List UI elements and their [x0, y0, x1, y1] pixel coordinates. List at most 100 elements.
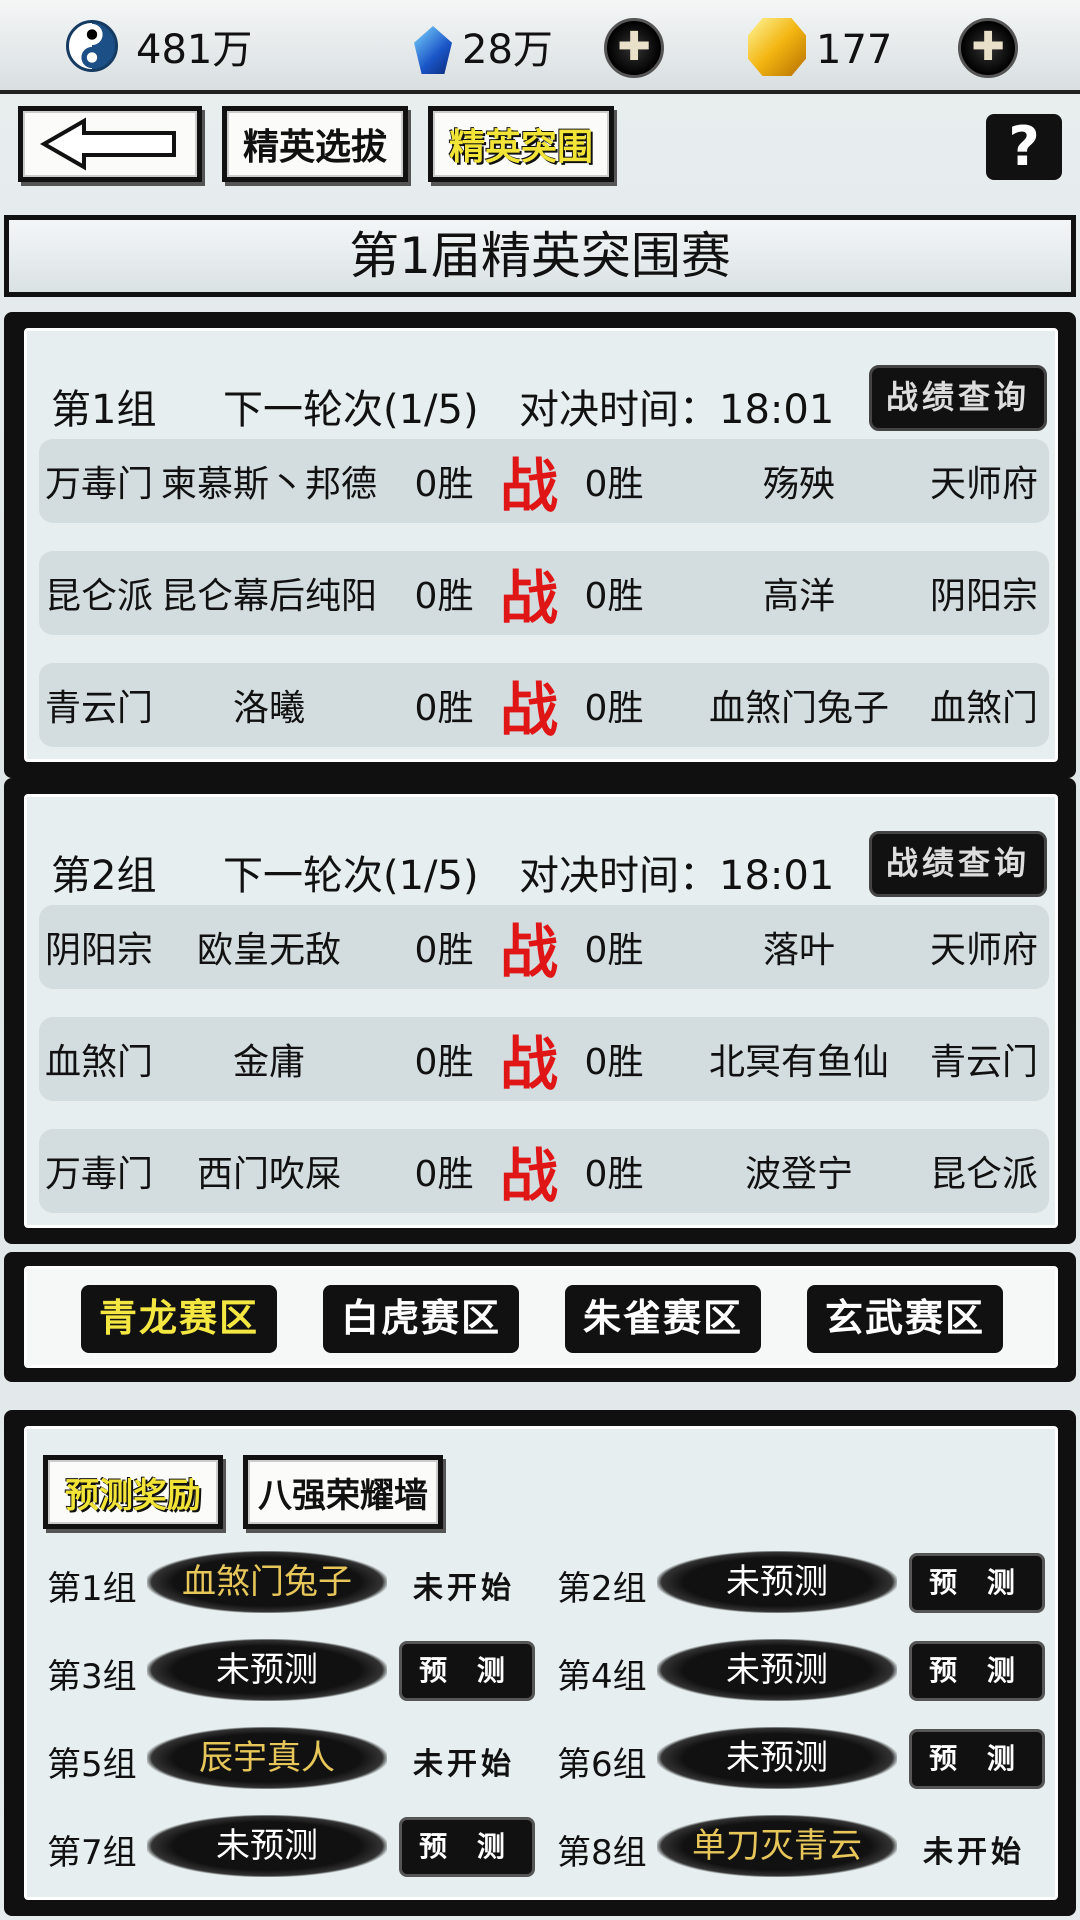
group-2-name: 第2组 — [51, 853, 157, 899]
vs-mark: 战 — [499, 918, 558, 986]
player-left: 金庸 — [232, 1042, 305, 1083]
sect-right: 天师府 — [929, 464, 1038, 505]
wins-left: 0胜 — [414, 1042, 474, 1083]
prediction-status: 未开始 — [413, 1571, 515, 1606]
match-row: 血煞门 金庸 0胜 战 0胜 北冥有鱼仙 青云门 — [39, 1017, 1049, 1101]
player-right: 波登宁 — [744, 1154, 853, 1195]
player-right: 高洋 — [762, 576, 835, 617]
sect-right: 阴阳宗 — [929, 576, 1038, 617]
tab-region-xuanwu[interactable]: 玄武赛区 — [807, 1285, 1003, 1353]
prediction-value: 未预测 — [657, 1551, 897, 1613]
vs-mark: 战 — [499, 564, 558, 632]
predict-button[interactable]: 预 测 — [909, 1553, 1045, 1613]
prediction-status: 未开始 — [923, 1835, 1025, 1870]
player-right: 北冥有鱼仙 — [708, 1042, 889, 1083]
sect-left: 万毒门 — [44, 464, 153, 505]
group-2-record-button[interactable]: 战绩查询 — [869, 831, 1047, 897]
tab-elite-selection-label: 精英选拔 — [242, 126, 387, 168]
tab-prediction-reward-label: 预测奖励 — [65, 1475, 201, 1516]
group-1-round: 下一轮次(1/5) — [223, 387, 479, 433]
tab-elite-breakout[interactable]: 精英突围 — [428, 106, 614, 182]
predict-button[interactable]: 预 测 — [909, 1729, 1045, 1789]
group-1-record-button[interactable]: 战绩查询 — [869, 365, 1047, 431]
resource-bar: 481万 28万 ✚ 177 ✚ — [0, 0, 1080, 94]
sect-left: 阴阳宗 — [44, 930, 153, 971]
prediction-status: 未开始 — [413, 1747, 515, 1782]
vs-mark: 战 — [499, 1030, 558, 1098]
match-row: 青云门 洛曦 0胜 战 0胜 血煞门兔子 血煞门 — [39, 663, 1049, 747]
prediction-value: 血煞门兔子 — [147, 1551, 387, 1613]
back-arrow-icon — [40, 117, 176, 171]
sect-left: 昆仑派 — [44, 576, 153, 617]
group-2-panel: 第2组 下一轮次(1/5) 对决时间：18:01 战绩查询 阴阳宗 欧皇无敌 0… — [4, 778, 1076, 1244]
player-right: 落叶 — [762, 930, 835, 971]
tab-elite-breakout-label: 精英突围 — [448, 126, 593, 168]
wins-right: 0胜 — [584, 1042, 644, 1083]
prediction-value: 单刀灭青云 — [657, 1815, 897, 1877]
taiji-amount: 481万 — [136, 27, 253, 73]
prediction-value: 未预测 — [147, 1815, 387, 1877]
tab-top8-wall[interactable]: 八强荣耀墙 — [243, 1455, 443, 1529]
sect-right: 血煞门 — [929, 688, 1038, 729]
gem-amount: 28万 — [462, 27, 553, 73]
taiji-currency-icon — [66, 20, 118, 72]
wins-left: 0胜 — [414, 930, 474, 971]
sect-left: 万毒门 — [44, 1154, 153, 1195]
prediction-group-label: 第7组 — [47, 1833, 137, 1873]
vs-mark: 战 — [499, 1142, 558, 1210]
player-left: 昆仑幕后纯阳 — [160, 576, 377, 617]
wins-left: 0胜 — [414, 688, 474, 729]
predict-button[interactable]: 预 测 — [399, 1641, 535, 1701]
prediction-group-label: 第5组 — [47, 1745, 137, 1785]
wins-left: 0胜 — [414, 464, 474, 505]
prediction-group-label: 第4组 — [557, 1657, 647, 1697]
sect-right: 天师府 — [929, 930, 1038, 971]
prediction-group-label: 第1组 — [47, 1569, 137, 1609]
sect-right: 青云门 — [929, 1042, 1038, 1083]
wins-right: 0胜 — [584, 688, 644, 729]
match-row: 昆仑派 昆仑幕后纯阳 0胜 战 0胜 高洋 阴阳宗 — [39, 551, 1049, 635]
player-left: 柬慕斯丶邦德 — [160, 464, 377, 505]
wins-left: 0胜 — [414, 1154, 474, 1195]
match-row: 万毒门 西门吹屎 0胜 战 0胜 波登宁 昆仑派 — [39, 1129, 1049, 1213]
group-1-panel: 第1组 下一轮次(1/5) 对决时间：18:01 战绩查询 万毒门 柬慕斯丶邦德… — [4, 312, 1076, 778]
prediction-value: 未预测 — [657, 1639, 897, 1701]
predict-button[interactable]: 预 测 — [399, 1817, 535, 1877]
wins-right: 0胜 — [584, 464, 644, 505]
tab-region-zhuque[interactable]: 朱雀赛区 — [565, 1285, 761, 1353]
player-left: 洛曦 — [232, 688, 305, 729]
group-2-round: 下一轮次(1/5) — [223, 853, 479, 899]
add-gem-button[interactable]: ✚ — [604, 18, 664, 78]
tab-region-qinglong[interactable]: 青龙赛区 — [81, 1285, 277, 1353]
group-2-time: 对决时间：18:01 — [519, 853, 835, 899]
back-button[interactable] — [18, 106, 202, 182]
wins-right: 0胜 — [584, 1154, 644, 1195]
gold-amount: 177 — [816, 27, 893, 73]
wins-right: 0胜 — [584, 930, 644, 971]
prediction-panel: 预测奖励 八强荣耀墙 第1组 血煞门兔子 未开始 第2组 未预测 预 测 第3组… — [4, 1410, 1076, 1916]
tab-elite-selection[interactable]: 精英选拔 — [222, 106, 408, 182]
gold-currency-icon — [748, 18, 806, 76]
tournament-title: 第1届精英突围赛 — [4, 215, 1076, 297]
tab-region-baihu[interactable]: 白虎赛区 — [323, 1285, 519, 1353]
player-right: 血煞门兔子 — [708, 688, 889, 729]
sect-left: 青云门 — [44, 688, 153, 729]
match-row: 万毒门 柬慕斯丶邦德 0胜 战 0胜 殇殃 天师府 — [39, 439, 1049, 523]
prediction-value: 未预测 — [657, 1727, 897, 1789]
wins-left: 0胜 — [414, 576, 474, 617]
vs-mark: 战 — [499, 676, 558, 744]
add-gold-button[interactable]: ✚ — [958, 18, 1018, 78]
prediction-group-label: 第8组 — [557, 1833, 647, 1873]
group-1-name: 第1组 — [51, 387, 157, 433]
sect-left: 血煞门 — [44, 1042, 153, 1083]
prediction-group-label: 第6组 — [557, 1745, 647, 1785]
player-left: 西门吹屎 — [196, 1154, 341, 1195]
prediction-group-label: 第2组 — [557, 1569, 647, 1609]
prediction-group-label: 第3组 — [47, 1657, 137, 1697]
help-button[interactable]: ? — [986, 114, 1062, 180]
match-row: 阴阳宗 欧皇无敌 0胜 战 0胜 落叶 天师府 — [39, 905, 1049, 989]
player-left: 欧皇无敌 — [196, 930, 341, 971]
prediction-value: 未预测 — [147, 1639, 387, 1701]
predict-button[interactable]: 预 测 — [909, 1641, 1045, 1701]
tab-prediction-reward[interactable]: 预测奖励 — [43, 1455, 223, 1529]
